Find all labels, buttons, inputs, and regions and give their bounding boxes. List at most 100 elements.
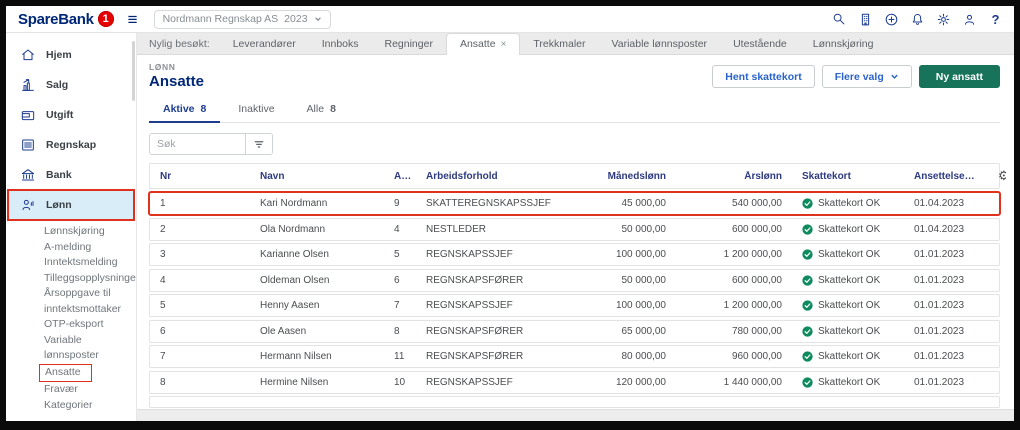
plus-circle-icon[interactable] <box>883 11 900 28</box>
tab-l-nnskj-ring[interactable]: Lønnskjøring <box>800 34 887 54</box>
table-row-employee-6[interactable]: 6 Ole Aasen 8 REGNSKAPSFØRER 65 000,00 780 00… <box>149 319 1000 343</box>
cell-manedslonn: 120 000,00 <box>615 376 666 388</box>
tab-innboks[interactable]: Innboks <box>309 34 372 54</box>
status-badge-label: Skattekort OK <box>818 351 881 362</box>
wallet-icon <box>21 111 35 121</box>
tab-ansatte[interactable]: Ansatte × <box>445 33 521 55</box>
close-icon[interactable]: × <box>501 39 507 50</box>
sidebar-subitem-l-nnskj-ring[interactable]: Lønnskjøring <box>44 224 136 240</box>
building-icon[interactable] <box>857 11 874 28</box>
cell-skattekort-status: Skattekort OK <box>792 198 904 209</box>
search-input[interactable] <box>150 134 245 154</box>
table-row-employee-3[interactable]: 3 Karianne Olsen 5 REGNSKAPSSJEF 100 000,00 1… <box>149 243 1000 266</box>
cell-arslonn: 1 200 000,00 <box>723 249 782 260</box>
cell-navn: Kari Nordmann <box>260 198 328 209</box>
sidebar-subitem-variable-l-nnsposter[interactable]: Variable lønnsposter <box>44 333 136 364</box>
sidebar-subitem-kategorier[interactable]: Kategorier <box>44 398 136 414</box>
cell-ansettelsesdato: 01.01.2023 <box>914 274 965 286</box>
sidebar-item-hjem[interactable]: Hjem <box>8 40 134 70</box>
check-circle-icon <box>802 249 813 260</box>
column-header-navn[interactable]: Navn <box>250 171 384 182</box>
cell-skattekort-status: Skattekort OK <box>792 249 904 260</box>
cell-ansettelsesdato: 01.01.2023 <box>914 325 965 337</box>
cell-arb: 11 <box>394 351 405 362</box>
column-header-mnedslnn[interactable]: Månedslønn <box>580 171 676 182</box>
sidebar-subitem-otp-eksport[interactable]: OTP-eksport <box>44 317 136 333</box>
cell-ansettelsesdato: 01.01.2023 <box>914 351 965 362</box>
sidebar-subitem--rsoppgave-til-inntektsmottaker[interactable]: Årsoppgave til inntektsmottaker <box>44 286 136 317</box>
tab-trekkmaler[interactable]: Trekkmaler <box>520 34 598 54</box>
sidebar-subitem-tilleggsopplysninger[interactable]: Tilleggsopplysninger <box>44 271 136 287</box>
cell-nr: 1 <box>160 198 166 209</box>
cell-manedslonn: 100 000,00 <box>615 249 666 260</box>
tab-utest-ende[interactable]: Utestående <box>720 34 800 54</box>
chevron-down-icon <box>314 17 321 22</box>
topbar-icons: ? <box>831 11 1004 28</box>
tab-leverand-rer[interactable]: Leverandører <box>220 34 309 54</box>
flere-valg-button[interactable]: Flere valg <box>821 65 912 88</box>
column-header-arb[interactable]: Arb... <box>384 171 416 182</box>
cell-arbeidsforhold: REGNSKAPSSJEF <box>426 249 513 260</box>
sidebar-subitem-inntektsmelding[interactable]: Inntektsmelding <box>44 255 136 271</box>
cell-arb: 5 <box>394 249 400 260</box>
sidebar-item-utgift[interactable]: Utgift <box>8 100 134 130</box>
table-row-employee-2[interactable]: 2 Ola Nordmann 4 NESTLEDER 50 000,00 600 000,… <box>149 217 1000 241</box>
page-content: LØNN Ansatte Hent skattekort Flere valg … <box>137 55 1014 409</box>
check-circle-icon <box>802 376 813 388</box>
company-name: Nordmann Regnskap AS <box>162 13 279 25</box>
cell-nr: 2 <box>160 223 166 235</box>
hamburger-menu-icon[interactable]: ≡ <box>128 11 138 28</box>
company-selector[interactable]: Nordmann Regnskap AS 2023 <box>153 9 331 29</box>
cell-navn: Oldeman Olsen <box>260 274 330 286</box>
filter-tab-aktive[interactable]: Aktive 8 <box>149 103 221 123</box>
sidebar-subitem-frav-r[interactable]: Fravær <box>44 382 136 398</box>
help-icon[interactable]: ? <box>987 11 1004 28</box>
user-icon[interactable] <box>961 11 978 28</box>
column-header-rslnn[interactable]: Årslønn <box>676 171 792 182</box>
table-row-employee-4[interactable]: 4 Oldeman Olsen 6 REGNSKAPSFØRER 50 000,00 60… <box>149 268 1000 292</box>
ny-ansatt-button[interactable]: Ny ansatt <box>918 65 1000 88</box>
cell-arbeidsforhold: REGNSKAPSFØRER <box>426 274 524 286</box>
table-row-employee-5[interactable]: 5 Henny Aasen 7 REGNSKAPSSJEF 100 000,00 1 20… <box>149 294 1000 317</box>
cell-skattekort-status: Skattekort OK <box>792 300 904 311</box>
search-icon[interactable] <box>831 11 848 28</box>
table-row-employee-7[interactable]: 7 Hermann Nilsen 11 REGNSKAPSFØRER 80 000,00… <box>149 345 1000 368</box>
sidebar-item-salg[interactable]: Salg <box>8 70 134 100</box>
bell-icon[interactable] <box>909 11 926 28</box>
cell-navn: Hermine Nilsen <box>260 376 329 388</box>
sidebar-item-label: Utgift <box>46 109 74 121</box>
gear-icon[interactable] <box>935 11 952 28</box>
cell-arslonn: 600 000,00 <box>731 274 782 286</box>
filter-button[interactable] <box>245 134 272 154</box>
brand-logo[interactable]: SpareBank 1 <box>18 11 114 28</box>
table-settings-gear-icon[interactable]: ⚙ <box>998 168 1006 183</box>
sidebar-subitem-ansatte[interactable]: Ansatte <box>39 363 136 382</box>
search-row <box>149 133 1000 155</box>
sidebar-item-label: Lønn <box>46 199 72 211</box>
status-filter-tabs: Aktive 8 Inaktive Alle 8 <box>149 103 1000 123</box>
sidebar-item-bank[interactable]: Bank <box>8 160 134 190</box>
column-header-skattekort[interactable]: Skattekort <box>792 171 904 182</box>
column-header-arbeidsforhold[interactable]: Arbeidsforhold <box>416 171 580 182</box>
cell-arb: 6 <box>394 274 400 286</box>
status-badge-label: Skattekort OK <box>818 223 881 235</box>
table-row-employee-8[interactable]: 8 Hermine Nilsen 10 REGNSKAPSSJEF 120 000,00… <box>149 370 1000 394</box>
filter-tab-count: 8 <box>330 103 336 115</box>
cell-arslonn: 780 000,00 <box>731 325 782 337</box>
button-label: Flere valg <box>834 70 884 83</box>
tab-variable-l-nnsposter[interactable]: Variable lønnsposter <box>599 34 721 54</box>
cell-manedslonn: 50 000,00 <box>621 274 667 286</box>
sidebar-item-regnskap[interactable]: Regnskap <box>8 130 134 160</box>
column-header-ansettelsesdato[interactable]: Ansettelsesdato <box>904 171 988 182</box>
tab-regninger[interactable]: Regninger <box>372 34 446 54</box>
cell-nr: 5 <box>160 300 166 311</box>
sidebar-item-lonn[interactable]: Lønn <box>7 189 135 221</box>
column-header-nr[interactable]: Nr <box>150 171 250 182</box>
filter-tab-alle[interactable]: Alle 8 <box>293 103 350 122</box>
filter-tab-inaktive[interactable]: Inaktive <box>224 103 288 122</box>
table-row-employee-1[interactable]: 1 Kari Nordmann 9 SKATTEREGNSKAPSSJEF 45 000… <box>148 191 1001 216</box>
sidebar-scrollbar[interactable] <box>132 41 135 101</box>
sidebar-item-label: Salg <box>46 79 69 91</box>
sidebar-subitem-a-melding[interactable]: A-melding <box>44 240 136 256</box>
hent-skattekort-button[interactable]: Hent skattekort <box>712 65 815 88</box>
